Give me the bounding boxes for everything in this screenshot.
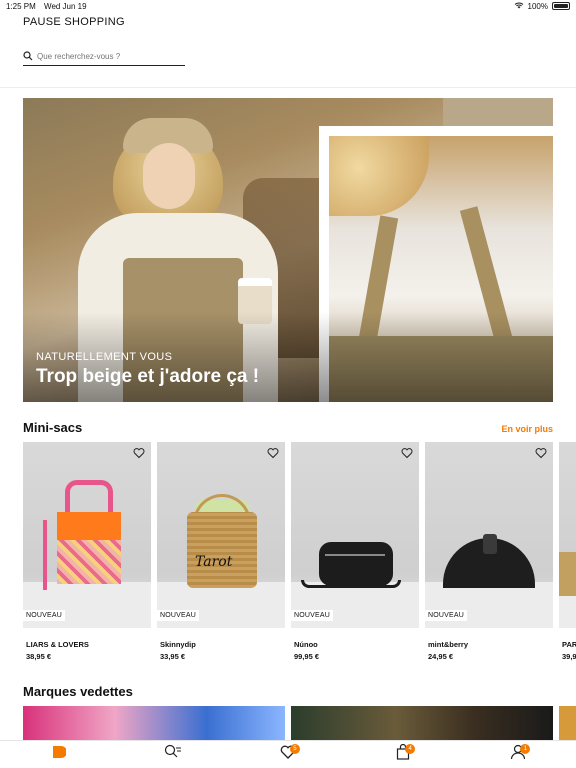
product-price: 38,95 € [26, 652, 52, 661]
new-badge: NOUVEAU [157, 610, 200, 621]
favorites-count-badge: 5 [289, 743, 300, 754]
product-image: Tarot NOUVEAU [157, 442, 285, 628]
hero-kicker: NATURELLEMENT VOUS [36, 351, 173, 363]
bottom-tab-bar: 5 4 1 [0, 740, 576, 768]
product-brand: LIARS & LOVERS [26, 640, 89, 649]
bag-print-text: Tarot [195, 554, 233, 570]
home-logo-icon [50, 744, 67, 765]
product-image: NOUVEAU [291, 442, 419, 628]
tab-cart[interactable]: 4 [383, 743, 423, 767]
status-bar: 1:25 PM Wed Jun 19 100% [0, 0, 576, 12]
section-title-featured-brands: Marques vedettes [23, 684, 133, 699]
battery-icon [552, 2, 570, 10]
wifi-icon [514, 1, 524, 11]
product-image: NOUVEAU [23, 442, 151, 628]
page-title: PAUSE SHOPPING [23, 16, 125, 28]
product-price: 99,95 € [294, 652, 320, 661]
product-price: 33,95 € [160, 652, 186, 661]
cart-count-badge: 4 [405, 743, 416, 754]
main-content: NATURELLEMENT VOUS Trop beige et j'adore… [0, 88, 576, 740]
product-card[interactable]: NOUVEAU mint&berry 24,95 € [425, 442, 553, 662]
profile-count-badge: 1 [520, 743, 531, 754]
heart-icon[interactable] [401, 446, 413, 459]
product-carousel[interactable]: NOUVEAU LIARS & LOVERS 38,95 € Tarot NOU… [23, 442, 576, 662]
tab-profile[interactable]: 1 [498, 743, 538, 767]
product-card[interactable]: Tarot NOUVEAU Skinnydip 33,95 € [157, 442, 285, 662]
hero-title: Trop beige et j'adore ça ! [36, 366, 260, 387]
section-title-mini-sacs: Mini-sacs [23, 420, 83, 435]
product-card[interactable]: PAR 39,9 [559, 442, 576, 662]
new-badge: NOUVEAU [23, 610, 66, 621]
product-card[interactable]: NOUVEAU LIARS & LOVERS 38,95 € [23, 442, 151, 662]
search-list-icon [164, 744, 182, 765]
search-input[interactable] [37, 52, 177, 61]
product-image: NOUVEAU [425, 442, 553, 628]
search-icon [23, 48, 33, 66]
product-brand: Núnoo [294, 640, 318, 649]
app-header: PAUSE SHOPPING [0, 12, 576, 88]
featured-brand-card[interactable] [23, 706, 285, 740]
heart-icon[interactable] [267, 446, 279, 459]
mini-sacs-header: Mini-sacs En voir plus [23, 420, 553, 435]
heart-icon[interactable] [535, 446, 547, 459]
status-date: Wed Jun 19 [44, 1, 87, 11]
new-badge: NOUVEAU [291, 610, 334, 621]
featured-brands-carousel[interactable] [23, 706, 576, 740]
tab-home[interactable] [38, 743, 78, 767]
battery-label: 100% [527, 1, 548, 11]
featured-brand-card[interactable] [559, 706, 576, 740]
tab-search[interactable] [153, 743, 193, 767]
product-price: 24,95 € [428, 652, 454, 661]
heart-icon[interactable] [133, 446, 145, 459]
featured-brand-card[interactable] [291, 706, 553, 740]
see-more-link[interactable]: En voir plus [501, 424, 553, 434]
new-badge: NOUVEAU [425, 610, 468, 621]
search-bar[interactable] [23, 48, 185, 66]
product-price: 39,9 [562, 652, 576, 661]
product-card[interactable]: NOUVEAU Núnoo 99,95 € [291, 442, 419, 662]
tab-favorites[interactable]: 5 [268, 743, 308, 767]
product-brand: PAR [562, 640, 576, 649]
product-image [559, 442, 576, 628]
status-time: 1:25 PM [6, 1, 36, 11]
hero-banner[interactable]: NATURELLEMENT VOUS Trop beige et j'adore… [23, 98, 553, 402]
product-brand: Skinnydip [160, 640, 196, 649]
product-brand: mint&berry [428, 640, 469, 649]
